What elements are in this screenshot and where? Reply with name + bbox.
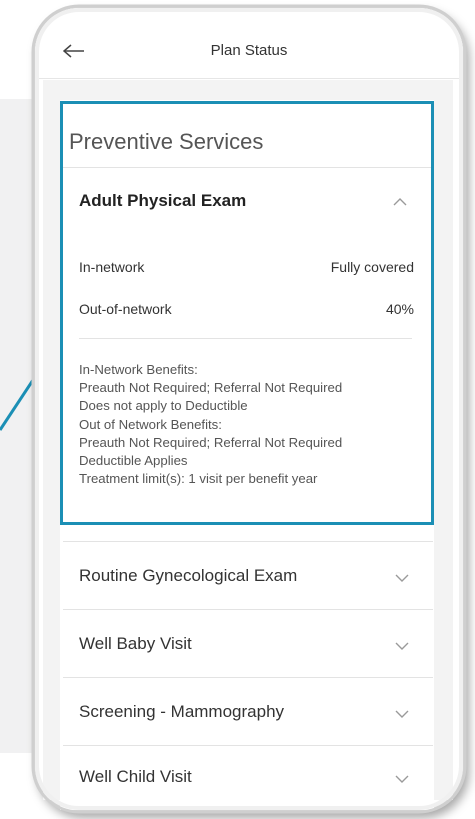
detail-line: Preauth Not Required; Referral Not Requi… xyxy=(79,380,343,396)
chevron-down-icon[interactable] xyxy=(395,573,409,583)
out-of-network-label: Out-of-network xyxy=(79,301,172,317)
app-header: Plan Status xyxy=(35,8,463,79)
detail-line: Does not apply to Deductible xyxy=(79,398,248,414)
detail-line: Deductible Applies xyxy=(79,453,188,469)
list-item-label: Routine Gynecological Exam xyxy=(79,566,298,585)
chevron-up-icon[interactable] xyxy=(393,197,407,207)
out-of-network-value: 40% xyxy=(385,301,414,317)
list-item-label: Screening - Mammography xyxy=(79,702,285,721)
list-divider xyxy=(63,677,433,678)
list-item-label: Well Baby Visit xyxy=(79,634,192,653)
chevron-down-icon[interactable] xyxy=(395,641,409,651)
expanded-item-title: Adult Physical Exam xyxy=(79,191,247,210)
detail-line: In-Network Benefits: xyxy=(79,362,198,377)
chevron-down-icon[interactable] xyxy=(395,709,409,719)
page-title: Plan Status xyxy=(210,42,288,59)
detail-line: Preauth Not Required; Referral Not Requi… xyxy=(79,434,343,450)
list-divider xyxy=(63,541,433,542)
in-network-label: In-network xyxy=(79,259,145,275)
detail-line: Treatment limit(s): 1 visit per benefit … xyxy=(79,471,318,487)
list-item-label: Well Child Visit xyxy=(79,767,192,786)
section-divider xyxy=(63,167,433,168)
detail-line: Out of Network Benefits: xyxy=(79,416,222,432)
details-divider xyxy=(79,338,412,339)
list-divider xyxy=(63,745,433,746)
benefit-details: In-Network Benefits: Preauth Not Require… xyxy=(79,361,424,488)
list-divider xyxy=(63,609,433,610)
in-network-value: Fully covered xyxy=(330,259,414,275)
section-title: Preventive Services xyxy=(69,129,264,154)
chevron-down-icon[interactable] xyxy=(395,774,409,784)
